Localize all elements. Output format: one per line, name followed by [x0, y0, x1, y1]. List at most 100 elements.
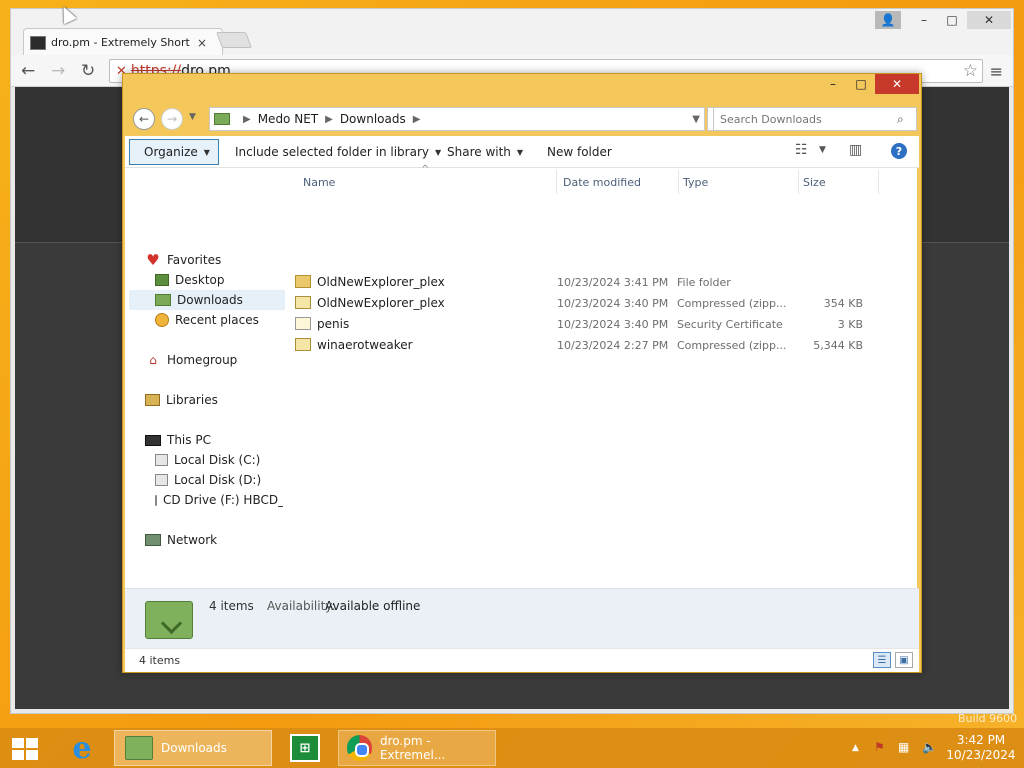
search-input[interactable]: [713, 107, 917, 131]
show-hidden-icons-chevron-icon[interactable]: ▲: [852, 743, 859, 753]
column-label: Date modified: [563, 175, 641, 189]
recent-locations-chevron-icon[interactable]: ▼: [189, 112, 196, 122]
forward-arrow-icon[interactable]: →: [51, 61, 65, 81]
explorer-forward-icon[interactable]: →: [161, 108, 183, 130]
nav-label: Network: [167, 533, 218, 547]
chevron-down-icon: ▼: [516, 147, 524, 157]
store-icon[interactable]: ⊞: [290, 734, 320, 762]
cd-drive-icon: [155, 494, 157, 506]
reload-icon[interactable]: ↻: [81, 61, 95, 81]
start-windows-icon[interactable]: [12, 738, 38, 760]
details-view-icon[interactable]: ☰: [873, 652, 891, 668]
clock-time: 3:42 PM: [956, 733, 1006, 747]
explorer-back-icon[interactable]: ←: [133, 108, 155, 130]
nav-label: Libraries: [166, 393, 218, 407]
nav-cd-drive[interactable]: CD Drive (F:) HBCD_P: [155, 490, 283, 510]
include-in-library-button[interactable]: Include selected folder in library ▼: [229, 139, 447, 165]
chrome-menu-icon[interactable]: ≡: [990, 62, 1003, 81]
nav-homegroup[interactable]: ⌂ Homegroup: [145, 350, 301, 370]
recent-places-icon: [155, 313, 169, 327]
table-row[interactable]: penis 10/23/2024 3:40 PM Security Certif…: [293, 314, 877, 334]
table-row[interactable]: OldNewExplorer_plex 10/23/2024 3:40 PM C…: [293, 293, 877, 313]
profile-icon[interactable]: 👤: [875, 11, 901, 29]
new-folder-button[interactable]: New folder: [541, 139, 618, 165]
browser-tab[interactable]: dro.pm - Extremely Short Li ×: [23, 28, 223, 56]
nav-label: CD Drive (F:) HBCD_P: [163, 493, 283, 507]
address-folder-icon: [214, 113, 230, 125]
breadcrumb-separator-icon[interactable]: ▶: [413, 114, 421, 125]
maximize-icon[interactable]: □: [939, 11, 965, 29]
explorer-maximize-icon[interactable]: □: [847, 74, 875, 94]
explorer-window: – □ ✕ ← → ▼ ▶ Medo NET ▶ Downloads ▶ ▼ ↻…: [122, 73, 922, 673]
nav-libraries[interactable]: Libraries: [145, 390, 301, 410]
downloads-folder-icon: [125, 736, 153, 760]
large-icons-view-icon[interactable]: ▣: [895, 652, 913, 668]
file-type: Compressed (zipp...: [677, 297, 787, 310]
file-name: OldNewExplorer_plex: [317, 296, 445, 310]
nav-label: Homegroup: [167, 353, 238, 367]
explorer-address-bar[interactable]: ▶ Medo NET ▶ Downloads ▶ ▼: [209, 107, 705, 131]
minimize-icon[interactable]: –: [911, 11, 937, 29]
breadcrumb-separator-icon[interactable]: ▶: [243, 114, 251, 125]
desktop-icon: [155, 274, 169, 286]
start-tile: [26, 750, 38, 760]
availability-value: Available offline: [325, 599, 421, 613]
column-header-name[interactable]: Name: [299, 170, 557, 194]
bookmark-star-icon[interactable]: ☆: [963, 61, 978, 81]
column-header-type[interactable]: Type: [679, 170, 799, 194]
table-row[interactable]: OldNewExplorer_plex 10/23/2024 3:41 PM F…: [293, 272, 877, 292]
address-row: ← → ▼ ▶ Medo NET ▶ Downloads ▶ ▼ ↻ ⌕: [129, 104, 917, 132]
zip-file-icon: [295, 338, 311, 351]
file-name: winaerotweaker: [317, 338, 413, 352]
nav-network[interactable]: Network: [145, 530, 301, 550]
taskbar-chrome-button[interactable]: dro.pm - Extremel...: [338, 730, 496, 766]
downloads-icon: [155, 294, 171, 306]
nav-label: Recent places: [175, 313, 259, 327]
column-label: Type: [683, 175, 709, 189]
libraries-icon: [145, 394, 160, 406]
new-tab-button[interactable]: [216, 32, 252, 48]
view-options-chevron-icon[interactable]: ▼: [819, 145, 826, 155]
column-header-date[interactable]: Date modified: [559, 170, 679, 194]
nav-this-pc[interactable]: This PC: [145, 430, 301, 450]
build-watermark: Build 9600: [958, 712, 1018, 725]
view-options-icon[interactable]: ☷: [795, 142, 808, 158]
zip-file-icon: [295, 296, 311, 309]
address-dropdown-icon[interactable]: ▼: [692, 114, 700, 125]
column-label: Name: [303, 175, 336, 189]
network-status-icon[interactable]: ▦: [898, 740, 909, 754]
taskbar-downloads-button[interactable]: Downloads: [114, 730, 272, 766]
file-date: 10/23/2024 3:40 PM: [557, 318, 669, 331]
explorer-minimize-icon[interactable]: –: [819, 74, 847, 94]
taskbar-downloads-label: Downloads: [161, 741, 227, 755]
command-bar: Organize ▼ Include selected folder in li…: [125, 136, 919, 168]
column-header-size[interactable]: Size: [799, 170, 879, 194]
back-arrow-icon[interactable]: ←: [21, 61, 35, 81]
breadcrumb-separator-icon[interactable]: ▶: [325, 114, 333, 125]
include-label: Include selected folder in library: [235, 145, 429, 159]
breadcrumb-medo-net[interactable]: Medo NET: [258, 112, 318, 126]
taskbar-chrome-label: dro.pm - Extremel...: [379, 734, 446, 762]
action-center-flag-icon[interactable]: ⚑: [874, 740, 885, 754]
new-folder-label: New folder: [547, 145, 612, 159]
close-window-icon[interactable]: ✕: [967, 11, 1011, 29]
nav-favorites[interactable]: ♥ Favorites: [145, 250, 301, 270]
explorer-close-icon[interactable]: ✕: [875, 74, 919, 94]
volume-muted-icon[interactable]: 🔈: [922, 740, 937, 754]
organize-button[interactable]: Organize ▼: [129, 139, 219, 165]
this-pc-icon: [145, 434, 161, 446]
help-icon[interactable]: ?: [891, 143, 907, 159]
chrome-icon: [347, 735, 372, 761]
table-row[interactable]: winaerotweaker 10/23/2024 2:27 PM Compre…: [293, 335, 877, 355]
file-name: penis: [317, 317, 350, 331]
tab-close-icon[interactable]: ×: [197, 36, 207, 50]
share-with-button[interactable]: Share with ▼: [441, 139, 529, 165]
network-icon: [145, 534, 161, 546]
internet-explorer-icon[interactable]: e: [66, 731, 98, 766]
search-icon[interactable]: ⌕: [897, 112, 904, 127]
disk-icon: [155, 454, 168, 466]
nav-downloads[interactable]: Downloads: [129, 290, 285, 310]
system-clock[interactable]: 3:42 PM 10/23/2024: [946, 733, 1016, 763]
preview-pane-icon[interactable]: ▥: [849, 142, 862, 158]
breadcrumb-downloads[interactable]: Downloads: [340, 112, 406, 126]
